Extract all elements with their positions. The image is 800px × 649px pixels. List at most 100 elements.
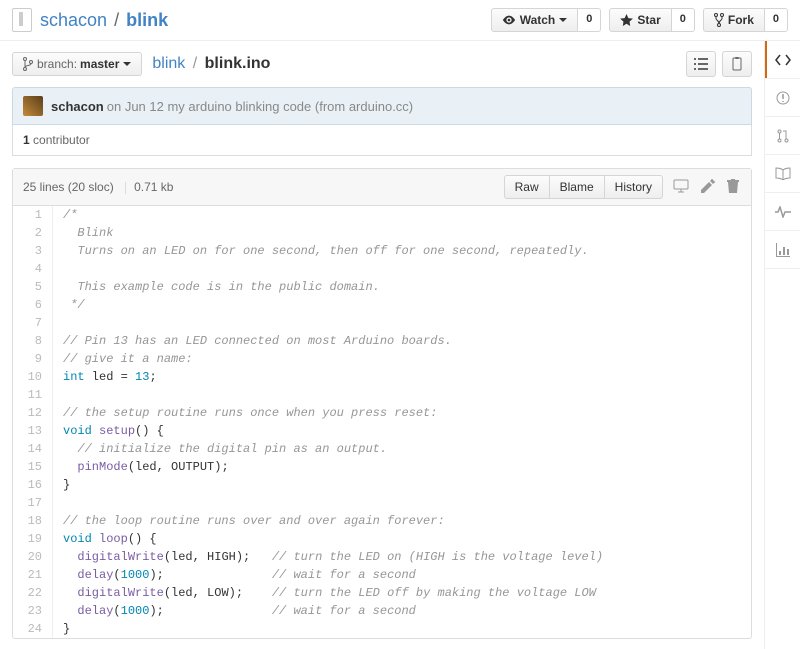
sidenav-wiki[interactable]	[765, 155, 800, 193]
caret-icon	[123, 62, 131, 66]
desktop-button[interactable]	[671, 177, 691, 198]
fork-icon	[714, 13, 724, 27]
line-number[interactable]: 3	[13, 242, 53, 260]
code-line: 4	[13, 260, 751, 278]
repo-icon	[12, 8, 32, 32]
contributors-bar: 1 contributor	[12, 125, 752, 156]
line-content: /*	[53, 206, 751, 224]
line-number[interactable]: 20	[13, 548, 53, 566]
star-count[interactable]: 0	[672, 8, 695, 32]
repo-title: schacon / blink	[40, 10, 483, 31]
line-content: delay(1000); // wait for a second	[53, 566, 751, 584]
repo-name-link[interactable]: blink	[126, 10, 168, 30]
pencil-icon	[701, 179, 715, 193]
branch-label: branch:	[37, 57, 77, 71]
line-number[interactable]: 1	[13, 206, 53, 224]
line-content: // the loop routine runs over and over a…	[53, 512, 751, 530]
line-number[interactable]: 16	[13, 476, 53, 494]
line-content	[53, 386, 751, 404]
line-number[interactable]: 7	[13, 314, 53, 332]
breadcrumb-root[interactable]: blink	[152, 55, 185, 72]
edit-button[interactable]	[699, 177, 717, 198]
desktop-icon	[673, 179, 689, 193]
branch-select[interactable]: branch: master	[12, 52, 142, 76]
line-number[interactable]: 5	[13, 278, 53, 296]
separator: /	[193, 55, 197, 72]
watch-count[interactable]: 0	[578, 8, 601, 32]
star-button[interactable]: Star	[609, 8, 671, 32]
line-content: Turns on an LED on for one second, then …	[53, 242, 751, 260]
sidenav-code[interactable]	[765, 41, 800, 79]
code-line: 7	[13, 314, 751, 332]
repo-owner-link[interactable]: schacon	[40, 10, 107, 30]
code-line: 12// the setup routine runs once when yo…	[13, 404, 751, 422]
copy-button[interactable]	[722, 51, 752, 77]
watch-button[interactable]: Watch	[491, 8, 579, 32]
line-number[interactable]: 6	[13, 296, 53, 314]
star-label: Star	[637, 13, 660, 27]
trash-icon	[727, 179, 739, 193]
line-number[interactable]: 4	[13, 260, 53, 278]
history-button[interactable]: History	[604, 175, 663, 199]
pulse-icon	[775, 206, 791, 218]
raw-button[interactable]: Raw	[504, 175, 549, 199]
line-content: */	[53, 296, 751, 314]
repo-actions: Watch 0 Star 0 Fork 0	[483, 8, 788, 32]
issue-icon	[776, 91, 790, 105]
breadcrumb: blink / blink.ino	[152, 55, 270, 73]
line-number[interactable]: 17	[13, 494, 53, 512]
blame-button[interactable]: Blame	[549, 175, 604, 199]
sidenav	[764, 41, 800, 649]
list-view-button[interactable]	[686, 51, 716, 77]
code-line: 15 pinMode(led, OUTPUT);	[13, 458, 751, 476]
commit-author[interactable]: schacon	[51, 99, 104, 114]
line-number[interactable]: 2	[13, 224, 53, 242]
line-content: int led = 13;	[53, 368, 751, 386]
fork-count[interactable]: 0	[765, 8, 788, 32]
code-line: 21 delay(1000); // wait for a second	[13, 566, 751, 584]
code-line: 6 */	[13, 296, 751, 314]
delete-button[interactable]	[725, 177, 741, 198]
code-line: 16}	[13, 476, 751, 494]
code-icon	[775, 54, 791, 66]
code-line: 5 This example code is in the public dom…	[13, 278, 751, 296]
separator: /	[114, 10, 119, 30]
fork-label: Fork	[728, 13, 754, 27]
line-content: // the setup routine runs once when you …	[53, 404, 751, 422]
line-content: delay(1000); // wait for a second	[53, 602, 751, 620]
line-number[interactable]: 24	[13, 620, 53, 638]
sidenav-pulls[interactable]	[765, 117, 800, 155]
line-number[interactable]: 22	[13, 584, 53, 602]
line-content: void loop() {	[53, 530, 751, 548]
line-number[interactable]: 13	[13, 422, 53, 440]
line-number[interactable]: 14	[13, 440, 53, 458]
line-content	[53, 260, 751, 278]
line-number[interactable]: 12	[13, 404, 53, 422]
code-line: 24}	[13, 620, 751, 638]
star-icon	[620, 14, 633, 26]
sidenav-issues[interactable]	[765, 79, 800, 117]
line-number[interactable]: 21	[13, 566, 53, 584]
line-number[interactable]: 11	[13, 386, 53, 404]
line-number[interactable]: 15	[13, 458, 53, 476]
sidenav-graphs[interactable]	[765, 231, 800, 269]
line-number[interactable]: 10	[13, 368, 53, 386]
line-content: pinMode(led, OUTPUT);	[53, 458, 751, 476]
line-content: }	[53, 476, 751, 494]
code-line: 8// Pin 13 has an LED connected on most …	[13, 332, 751, 350]
branch-value: master	[80, 57, 119, 71]
line-number[interactable]: 9	[13, 350, 53, 368]
branch-icon	[23, 57, 33, 71]
code-line: 18// the loop routine runs over and over…	[13, 512, 751, 530]
line-number[interactable]: 18	[13, 512, 53, 530]
line-content: This example code is in the public domai…	[53, 278, 751, 296]
line-content: // give it a name:	[53, 350, 751, 368]
line-number[interactable]: 8	[13, 332, 53, 350]
line-number[interactable]: 23	[13, 602, 53, 620]
avatar[interactable]	[23, 96, 43, 116]
sidenav-pulse[interactable]	[765, 193, 800, 231]
code-line: 19void loop() {	[13, 530, 751, 548]
code-line: 10int led = 13;	[13, 368, 751, 386]
line-number[interactable]: 19	[13, 530, 53, 548]
fork-button[interactable]: Fork	[703, 8, 765, 32]
